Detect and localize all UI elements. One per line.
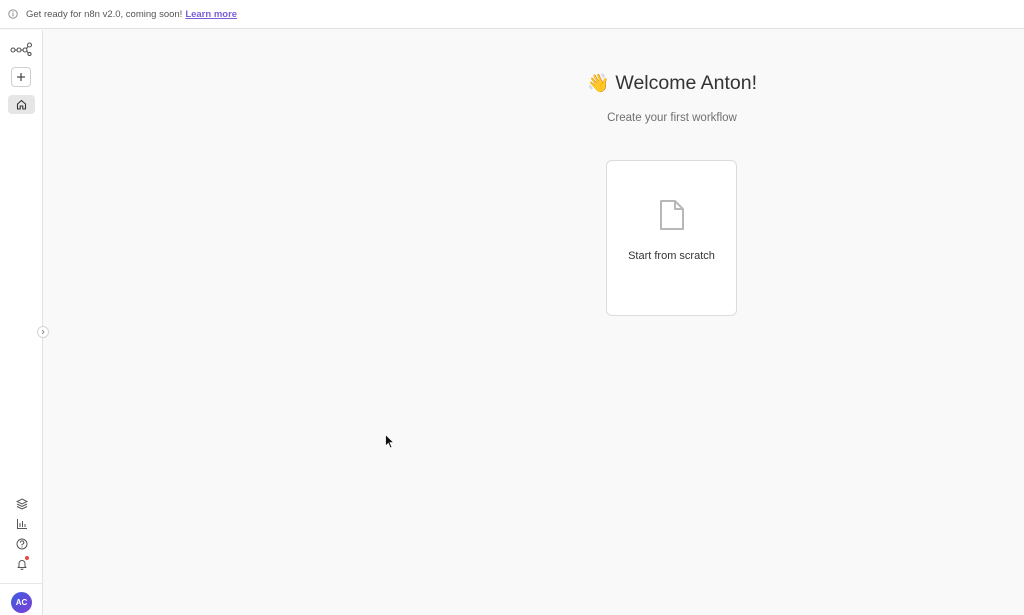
learn-more-link[interactable]: Learn more bbox=[185, 9, 237, 20]
sidebar: AC bbox=[0, 30, 43, 615]
info-icon bbox=[8, 9, 18, 19]
home-icon bbox=[16, 99, 27, 110]
card-label: Start from scratch bbox=[628, 250, 715, 262]
banner-message: Get ready for n8n v2.0, coming soon! bbox=[26, 8, 183, 20]
insights-icon[interactable] bbox=[14, 516, 29, 531]
mouse-cursor-icon bbox=[385, 434, 395, 449]
waving-hand-icon: 👋 bbox=[586, 73, 610, 94]
avatar[interactable]: AC bbox=[11, 592, 32, 613]
file-icon bbox=[660, 200, 684, 230]
sidebar-divider bbox=[0, 583, 43, 584]
sidebar-collapse-toggle[interactable] bbox=[37, 326, 49, 338]
notification-dot bbox=[25, 556, 29, 560]
n8n-logo-icon[interactable] bbox=[10, 40, 32, 58]
page-title: 👋 Welcome Anton! bbox=[572, 72, 772, 95]
add-button[interactable] bbox=[11, 67, 31, 87]
welcome-title: Welcome Anton! bbox=[615, 72, 758, 94]
start-from-scratch-card[interactable]: Start from scratch bbox=[606, 160, 737, 316]
plus-icon bbox=[17, 73, 25, 81]
chevron-right-icon bbox=[41, 329, 45, 335]
page-subtitle: Create your first workflow bbox=[607, 112, 737, 124]
help-icon[interactable] bbox=[14, 536, 29, 551]
home-button[interactable] bbox=[8, 95, 35, 114]
templates-icon[interactable] bbox=[14, 496, 29, 511]
bell-icon[interactable] bbox=[14, 556, 29, 571]
announcement-banner: Get ready for n8n v2.0, coming soon! Lea… bbox=[0, 0, 1024, 29]
